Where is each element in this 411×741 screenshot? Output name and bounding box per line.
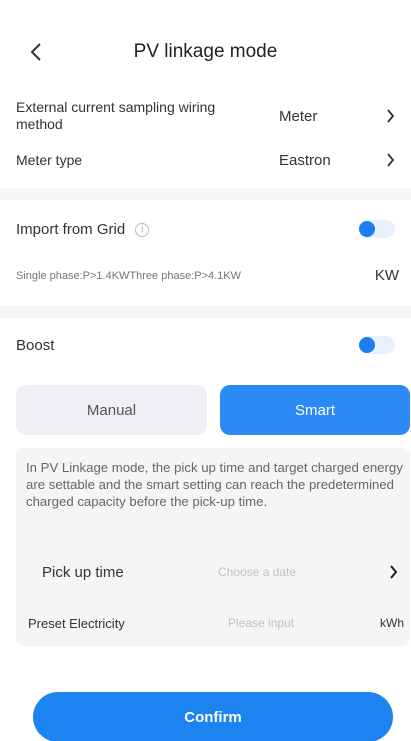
import-grid-row: Import from Grid i (0, 217, 411, 241)
import-grid-label-text: Import from Grid (16, 220, 126, 238)
grid-power-unit: KW (374, 267, 399, 284)
preset-electricity-input[interactable]: Please input (228, 616, 294, 630)
pickup-time-placeholder: Choose a date (218, 565, 297, 579)
back-button[interactable] (24, 40, 48, 64)
grid-power-input[interactable] (16, 266, 346, 286)
pickup-time-label: Pick up time (42, 563, 124, 581)
meter-type-row[interactable]: Meter type Eastron (0, 148, 411, 172)
preset-electricity-unit: kWh (380, 616, 404, 630)
chevron-right-icon (383, 153, 397, 167)
boost-toggle[interactable] (359, 336, 395, 354)
wiring-method-value: Meter (279, 107, 318, 125)
wiring-method-label: External current sampling wiring method (16, 99, 215, 133)
wiring-method-label-line1: External current sampling wiring (16, 99, 216, 115)
preset-electricity-label: Preset Electricity (28, 615, 125, 631)
confirm-button[interactable]: Confirm (33, 692, 393, 741)
boost-label: Boost (16, 336, 55, 354)
wiring-method-row[interactable]: External current sampling wiring method … (0, 96, 411, 136)
section-divider (0, 306, 411, 318)
pickup-time-row[interactable]: Pick up time Choose a date (16, 549, 410, 595)
chevron-right-icon (383, 109, 397, 123)
tab-manual[interactable]: Manual (16, 385, 207, 435)
import-grid-toggle[interactable] (359, 220, 395, 238)
info-icon[interactable]: i (135, 222, 150, 237)
tab-smart[interactable]: Smart (220, 385, 410, 435)
chevron-right-icon (386, 565, 400, 579)
toggle-knob (359, 221, 375, 237)
preset-electricity-row[interactable]: Preset Electricity Please input kWh (16, 600, 410, 646)
section-divider (0, 188, 411, 200)
smart-panel: In PV Linkage mode, the pick up time and… (16, 448, 410, 646)
wiring-method-label-line2: method (16, 116, 63, 132)
smart-description: In PV Linkage mode, the pick up time and… (26, 460, 403, 509)
meter-type-value: Eastron (279, 151, 331, 169)
chevron-left-icon (30, 43, 41, 61)
toggle-knob (359, 337, 375, 353)
import-grid-label: Import from Grid i (16, 220, 150, 238)
page-title: PV linkage mode (133, 41, 278, 62)
boost-row: Boost (0, 333, 411, 357)
header: PV linkage mode (0, 28, 411, 76)
meter-type-label: Meter type (16, 152, 83, 168)
